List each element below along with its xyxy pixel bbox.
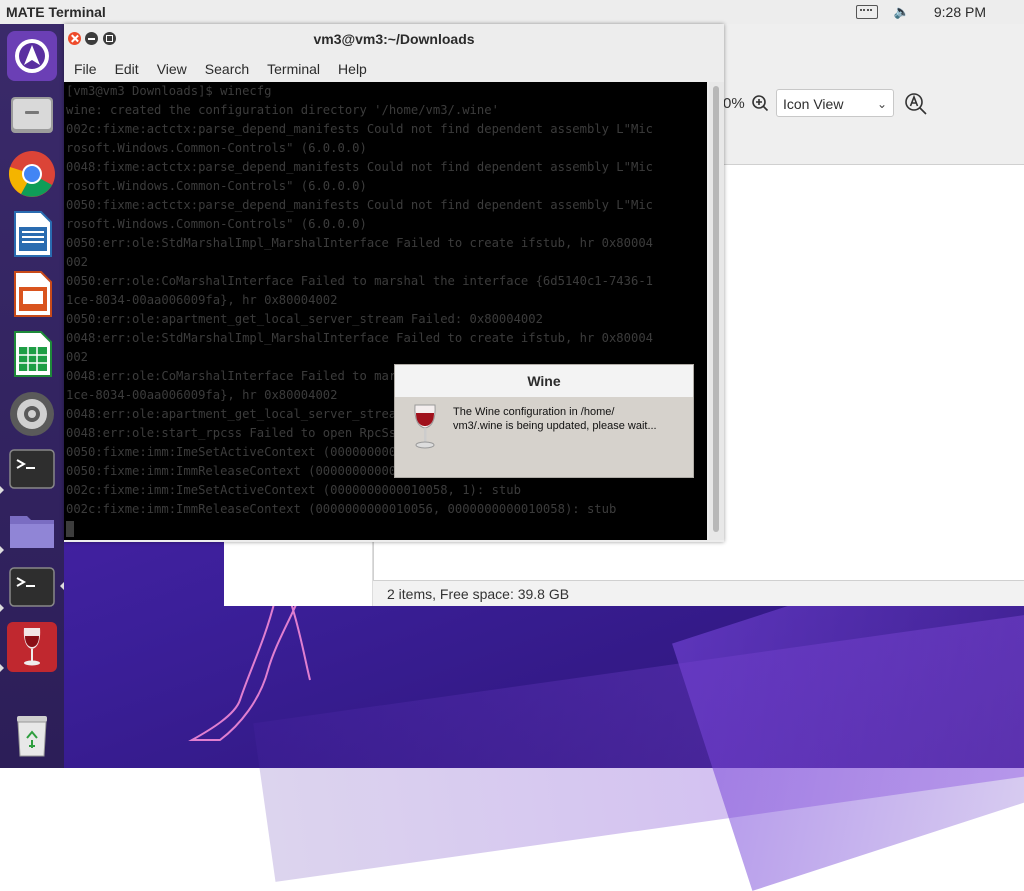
- terminal-line: 0050:err:ole:apartment_get_local_server_…: [66, 312, 543, 326]
- wine-dialog: Wine The Wine configuration in /home/ vm…: [394, 364, 694, 478]
- terminal-line: [vm3@vm3 Downloads]$ winecfg: [66, 84, 272, 98]
- system-tray: 🔈 9:28 PM: [855, 0, 1024, 24]
- menu-search[interactable]: Search: [197, 61, 257, 77]
- trash-icon[interactable]: [7, 710, 57, 760]
- menu-edit[interactable]: Edit: [107, 61, 147, 77]
- view-mode-select[interactable]: Icon View ⌄: [776, 89, 894, 117]
- terminal-line: wine: created the configuration director…: [66, 103, 499, 117]
- menu-help[interactable]: Help: [330, 61, 375, 77]
- status-bar: 2 items, Free space: 39.8 GB: [373, 580, 1024, 606]
- dialog-message: The Wine configuration in /home/ vm3/.wi…: [453, 405, 683, 433]
- terminal-line: 1ce-8034-00aa006009fa}, hr 0x80004002: [66, 293, 338, 307]
- menu-file[interactable]: File: [66, 61, 105, 77]
- file-cabinet-icon[interactable]: [7, 89, 57, 139]
- wine-glass-icon: [414, 404, 436, 449]
- active-app-name: MATE Terminal: [6, 4, 106, 20]
- terminal-line: 0050:err:ole:StdMarshalImpl_MarshalInter…: [66, 236, 653, 250]
- terminal-line: 0048:fixme:actctx:parse_depend_manifests…: [66, 160, 653, 174]
- zoom-in-icon[interactable]: [751, 94, 769, 112]
- settings-gear-icon[interactable]: [7, 389, 57, 439]
- zoom-level: 0%: [723, 95, 745, 112]
- terminal-line: 0050:err:ole:CoMarshalInterface Failed t…: [66, 274, 653, 288]
- view-mode-value: Icon View: [783, 96, 844, 112]
- libreoffice-calc-icon[interactable]: [7, 329, 57, 379]
- terminal-line: 002c:fixme:imm:ImeSetActiveContext (0000…: [66, 483, 521, 497]
- keyboard-icon[interactable]: [855, 5, 878, 19]
- terminal-menubar: File Edit View Search Terminal Help: [64, 56, 724, 82]
- dialog-message-line: The Wine configuration in /home/: [453, 406, 615, 418]
- running-indicator: [0, 486, 4, 494]
- terminal-line: 002: [66, 255, 89, 269]
- window-title: vm3@vm3:~/Downloads: [313, 31, 475, 47]
- terminal-line: rosoft.Windows.Common-Controls" (6.0.0.0…: [66, 217, 367, 231]
- terminal-line: 002c:fixme:imm:ImmReleaseContext (000000…: [66, 502, 617, 516]
- terminal-scrollbar[interactable]: [709, 82, 724, 540]
- launcher: [0, 24, 64, 768]
- focused-indicator: [60, 582, 64, 590]
- libreoffice-writer-icon[interactable]: [7, 209, 57, 259]
- terminal-prompt-line: [64, 519, 707, 538]
- terminal-line: 0050:fixme:actctx:parse_depend_manifests…: [66, 198, 653, 212]
- search-icon[interactable]: [904, 92, 928, 116]
- dialog-title[interactable]: Wine: [395, 365, 693, 397]
- ubuntu-mate-logo-icon[interactable]: [7, 31, 57, 81]
- top-panel: MATE Terminal 🔈 9:28 PM: [0, 0, 1024, 25]
- clock[interactable]: 9:28 PM: [934, 4, 986, 20]
- terminal-cursor: [66, 520, 74, 537]
- libreoffice-impress-icon[interactable]: [7, 269, 57, 319]
- terminal-line: 002c:fixme:actctx:parse_depend_manifests…: [66, 122, 653, 136]
- running-indicator: [0, 664, 4, 672]
- chrome-icon[interactable]: [7, 149, 57, 199]
- terminal-icon[interactable]: [7, 444, 57, 494]
- terminal-titlebar[interactable]: vm3@vm3:~/Downloads: [64, 24, 724, 56]
- terminal-line: rosoft.Windows.Common-Controls" (6.0.0.0…: [66, 141, 367, 155]
- terminal-icon[interactable]: [7, 562, 57, 612]
- wallpaper-figure-outline: [188, 600, 311, 741]
- chevron-down-icon: ⌄: [876, 97, 887, 111]
- terminal-line: rosoft.Windows.Common-Controls" (6.0.0.0…: [66, 179, 367, 193]
- folder-icon[interactable]: [7, 504, 57, 554]
- running-indicator: [0, 604, 4, 612]
- wine-glass-icon[interactable]: [7, 622, 57, 672]
- terminal-line: 0048:err:ole:StdMarshalImpl_MarshalInter…: [66, 331, 653, 345]
- running-indicator: [0, 546, 4, 554]
- volume-icon[interactable]: 🔈: [894, 5, 910, 19]
- dialog-message-line: vm3/.wine is being updated, please wait.…: [453, 420, 657, 432]
- menu-terminal[interactable]: Terminal: [259, 61, 328, 77]
- scrollbar-thumb[interactable]: [713, 86, 719, 532]
- menu-view[interactable]: View: [149, 61, 195, 77]
